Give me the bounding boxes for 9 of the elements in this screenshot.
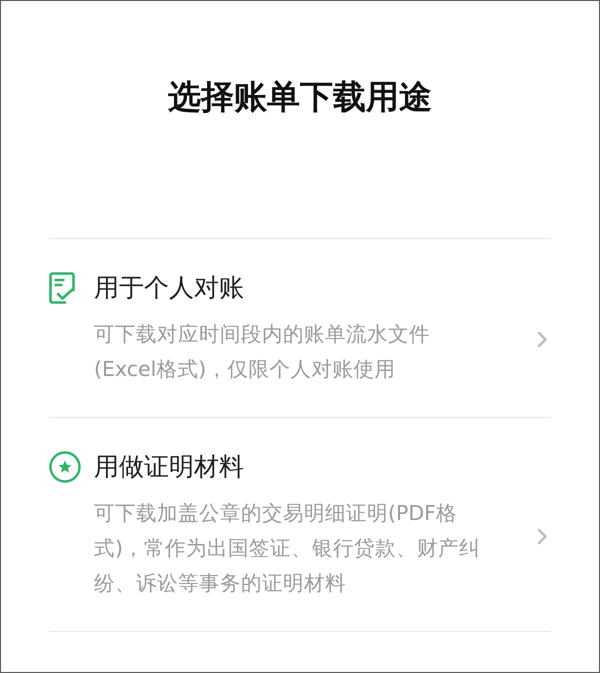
chevron-right-icon[interactable] <box>537 331 548 348</box>
chevron-right-icon[interactable] <box>537 528 548 544</box>
document-check-icon <box>49 272 75 304</box>
option-title[interactable]: 用做证明材料 <box>94 451 244 483</box>
star-circle-icon <box>49 451 81 483</box>
option-description: 可下载对应时间段内的账单流水文件 (Excel格式)，仅限个人对账使用 <box>94 321 431 383</box>
page-title: 选择账单下载用途 <box>168 77 432 117</box>
option-description: 可下载加盖公章的交易明细证明(PDF格 式)，常作为出国签证、银行贷款、财产纠 纷、诉讼等事务的证明材料 <box>94 500 481 597</box>
option-title[interactable]: 用于个人对账 <box>94 272 244 304</box>
